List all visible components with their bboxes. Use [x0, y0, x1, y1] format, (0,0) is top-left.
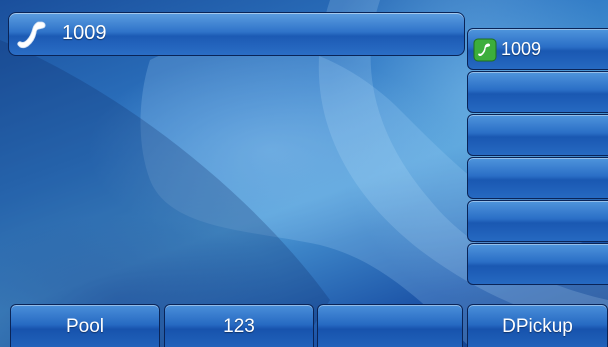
- softkey-123[interactable]: 123: [164, 304, 314, 347]
- line-key-5[interactable]: [467, 200, 608, 242]
- line-key-2[interactable]: [467, 71, 608, 113]
- line-key-1[interactable]: 1009: [467, 28, 608, 70]
- softkey-pool[interactable]: Pool: [10, 304, 160, 347]
- line-key-6[interactable]: [467, 243, 608, 285]
- title-bar: 1009: [8, 12, 465, 56]
- phone-registered-icon: [473, 38, 497, 62]
- line-key-3[interactable]: [467, 114, 608, 156]
- softkey-blank[interactable]: [317, 304, 463, 347]
- line-key-4[interactable]: [467, 157, 608, 199]
- softkey-bar: Pool 123 DPickup: [0, 300, 608, 347]
- softkey-dpickup[interactable]: DPickup: [467, 304, 608, 347]
- handset-icon: [17, 21, 46, 49]
- title-text: 1009: [62, 22, 107, 44]
- phone-screen: 1009 1009 Pool 123 DPickup: [0, 0, 608, 347]
- line-key-label: 1009: [501, 39, 542, 59]
